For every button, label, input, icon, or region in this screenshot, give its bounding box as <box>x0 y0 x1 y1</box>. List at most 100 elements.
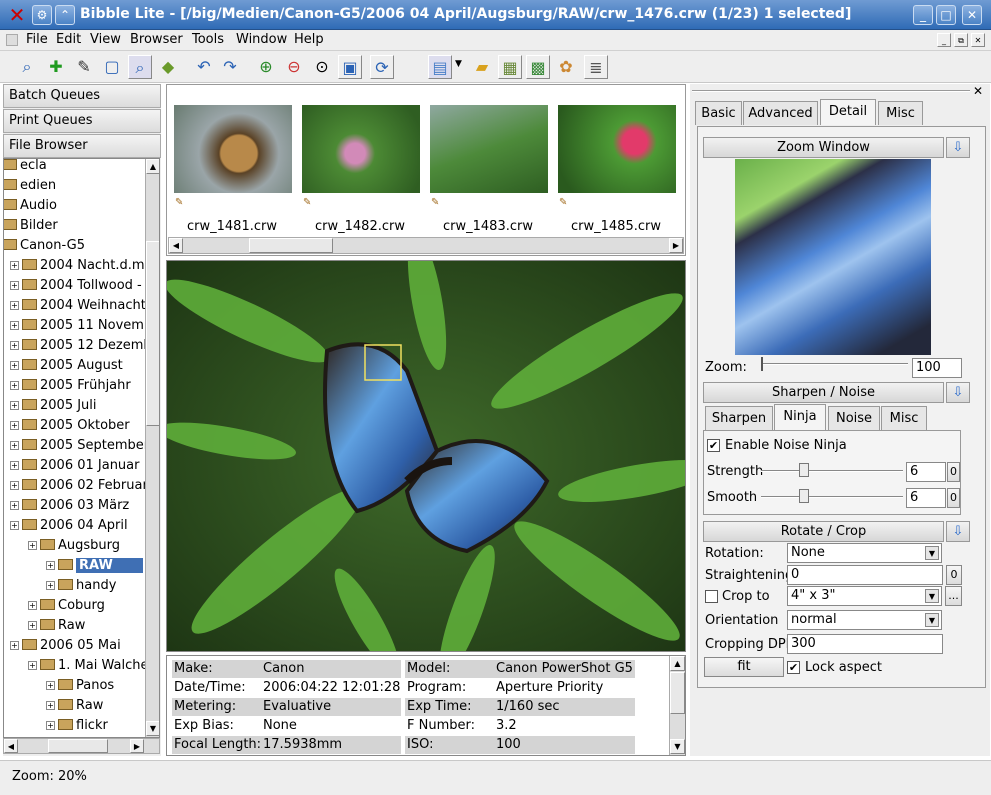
tree-item[interactable]: Bilder <box>4 216 58 236</box>
shade-icon[interactable]: ⌃ <box>55 5 75 25</box>
tree-item[interactable]: +2005 12 Dezemb <box>10 336 152 356</box>
zoom-out-icon[interactable]: ⊖ <box>282 55 306 79</box>
straightening-reset-button[interactable]: 0 <box>946 565 962 585</box>
strength-value-field[interactable]: 6 <box>906 462 946 482</box>
refresh-icon[interactable]: ⟳ <box>370 55 394 79</box>
orientation-select[interactable]: normal ▼ <box>787 610 942 630</box>
tree-item[interactable]: +2005 Juli <box>10 396 97 416</box>
tree-item[interactable]: +2005 Frühjahr <box>10 376 131 396</box>
rotate-right-icon[interactable]: ↷ <box>218 55 242 79</box>
tree-item[interactable]: Audio <box>4 196 57 216</box>
batch-queues-button[interactable]: Batch Queues <box>3 84 161 108</box>
tree-scroll-thumb[interactable] <box>146 241 159 426</box>
tab-detail[interactable]: Detail <box>820 99 876 125</box>
sharpen-noise-header[interactable]: Sharpen / Noise <box>703 382 944 403</box>
landscape-icon[interactable]: ▩ <box>526 55 550 79</box>
zoom-in-icon[interactable]: ⊕ <box>254 55 278 79</box>
scroll-right-icon[interactable]: ▶ <box>669 238 683 253</box>
grid-icon[interactable]: ▦ <box>498 55 522 79</box>
maximize-button[interactable]: □ <box>936 5 956 25</box>
main-image-view[interactable] <box>166 260 686 652</box>
section-toggle-icon[interactable]: ⇩ <box>946 137 970 158</box>
mdi-restore-button[interactable]: ⧉ <box>954 33 968 47</box>
tree-vertical-scrollbar[interactable]: ▲ ▼ <box>145 159 159 737</box>
magnifier-icon[interactable]: ⌕ <box>15 55 39 79</box>
subtab-misc[interactable]: Misc <box>881 406 927 430</box>
expand-toggle-icon[interactable]: + <box>10 341 19 350</box>
file-browser-button[interactable]: File Browser <box>3 134 161 158</box>
menu-tools[interactable]: Tools <box>192 32 224 47</box>
expand-toggle-icon[interactable]: + <box>10 321 19 330</box>
subtab-ninja[interactable]: Ninja <box>774 404 826 430</box>
tree-item[interactable]: + flickr <box>46 716 108 736</box>
expand-toggle-icon[interactable]: + <box>10 381 19 390</box>
tree-item[interactable]: +2005 11 Novemb <box>10 316 152 336</box>
scroll-left-icon[interactable]: ◀ <box>169 238 183 253</box>
zoom-tool-icon[interactable]: ⌕ <box>128 55 152 79</box>
tree-horizontal-scrollbar[interactable]: ◀ ▶ <box>3 738 160 754</box>
expand-toggle-icon[interactable]: + <box>28 601 37 610</box>
mdi-close-button[interactable]: ✕ <box>971 33 985 47</box>
straightening-field[interactable]: 0 <box>787 565 943 585</box>
expand-toggle-icon[interactable]: + <box>10 461 19 470</box>
tree-item[interactable]: ecla <box>4 159 47 176</box>
tab-basic[interactable]: Basic <box>695 101 742 125</box>
tree-item[interactable]: +2004 Weihnacht <box>10 296 146 316</box>
menu-view[interactable]: View <box>90 32 121 47</box>
tree-item[interactable]: +2006 05 Mai <box>10 636 121 656</box>
app-logo-icon[interactable]: ✕ <box>6 4 28 26</box>
scroll-up-icon[interactable]: ▲ <box>670 656 685 671</box>
scroll-down-icon[interactable]: ▼ <box>146 721 159 736</box>
scroll-down-icon[interactable]: ▼ <box>670 739 685 754</box>
tree-item[interactable]: + RAW <box>46 556 143 576</box>
zoom-slider[interactable] <box>762 363 908 365</box>
enable-noise-ninja-checkbox[interactable]: ✔ <box>707 439 720 452</box>
print-queues-button[interactable]: Print Queues <box>3 109 161 133</box>
palette-icon[interactable]: ✿ <box>554 55 578 79</box>
tree-item[interactable]: +2005 August <box>10 356 123 376</box>
thumbnail-scrollbar[interactable]: ◀ ▶ <box>168 237 684 254</box>
notes-icon[interactable]: ≣ <box>584 55 608 79</box>
zoom-fit-icon[interactable]: ⊙ <box>310 55 334 79</box>
tree-item[interactable]: + handy <box>46 576 116 596</box>
expand-toggle-icon[interactable]: + <box>46 721 55 730</box>
tab-misc[interactable]: Misc <box>878 101 923 125</box>
tree-item[interactable]: +2006 02 Februar <box>10 476 148 496</box>
expand-toggle-icon[interactable]: + <box>10 401 19 410</box>
expand-toggle-icon[interactable]: + <box>10 361 19 370</box>
menu-file[interactable]: File <box>26 32 48 47</box>
rotate-left-icon[interactable]: ↶ <box>192 55 216 79</box>
scroll-up-icon[interactable]: ▲ <box>146 159 159 174</box>
select-rect-icon[interactable]: ▢ <box>100 55 124 79</box>
tree-item[interactable]: +1. Mai Walche <box>28 656 148 676</box>
fit-button[interactable]: fit <box>704 657 784 677</box>
zoom-window-icon[interactable]: ▣ <box>338 55 362 79</box>
expand-toggle-icon[interactable]: + <box>46 701 55 710</box>
thumbnail-scroll-thumb[interactable] <box>249 238 333 253</box>
tree-item[interactable]: +2005 Oktober <box>10 416 130 436</box>
mdi-minimize-button[interactable]: _ <box>937 33 951 47</box>
zoom-slider-handle[interactable] <box>761 357 767 371</box>
tree-item[interactable]: + Raw <box>28 616 85 636</box>
expand-toggle-icon[interactable]: + <box>46 561 55 570</box>
minimize-button[interactable]: _ <box>913 5 933 25</box>
expand-toggle-icon[interactable]: + <box>10 521 19 530</box>
tree-item[interactable]: +2006 03 März <box>10 496 129 516</box>
expand-toggle-icon[interactable]: + <box>10 641 19 650</box>
section-toggle-icon[interactable]: ⇩ <box>946 521 970 542</box>
tree-item[interactable]: edien <box>4 176 56 196</box>
expand-toggle-icon[interactable]: + <box>46 681 55 690</box>
crop-more-button[interactable]: ... <box>945 586 962 606</box>
smooth-slider[interactable] <box>761 489 903 503</box>
expand-toggle-icon[interactable]: + <box>28 621 37 630</box>
crop-to-checkbox[interactable] <box>705 590 718 603</box>
folder-tree[interactable]: ecla edien Audio Bilder Canon-G5 +2004 Nacht.… <box>3 158 160 738</box>
stamp-icon[interactable]: ◆ <box>156 55 180 79</box>
thumbnail-item[interactable]: ✎ crw_1483.crw <box>425 87 551 237</box>
folder-icon[interactable]: ▰ <box>470 55 494 79</box>
expand-toggle-icon[interactable]: + <box>10 301 19 310</box>
smooth-reset-button[interactable]: 0 <box>947 488 960 508</box>
view-mode-dropdown-icon[interactable]: ▼ <box>455 59 462 69</box>
window-menu-icon[interactable]: ⚙ <box>32 5 52 25</box>
expand-toggle-icon[interactable]: + <box>28 541 37 550</box>
